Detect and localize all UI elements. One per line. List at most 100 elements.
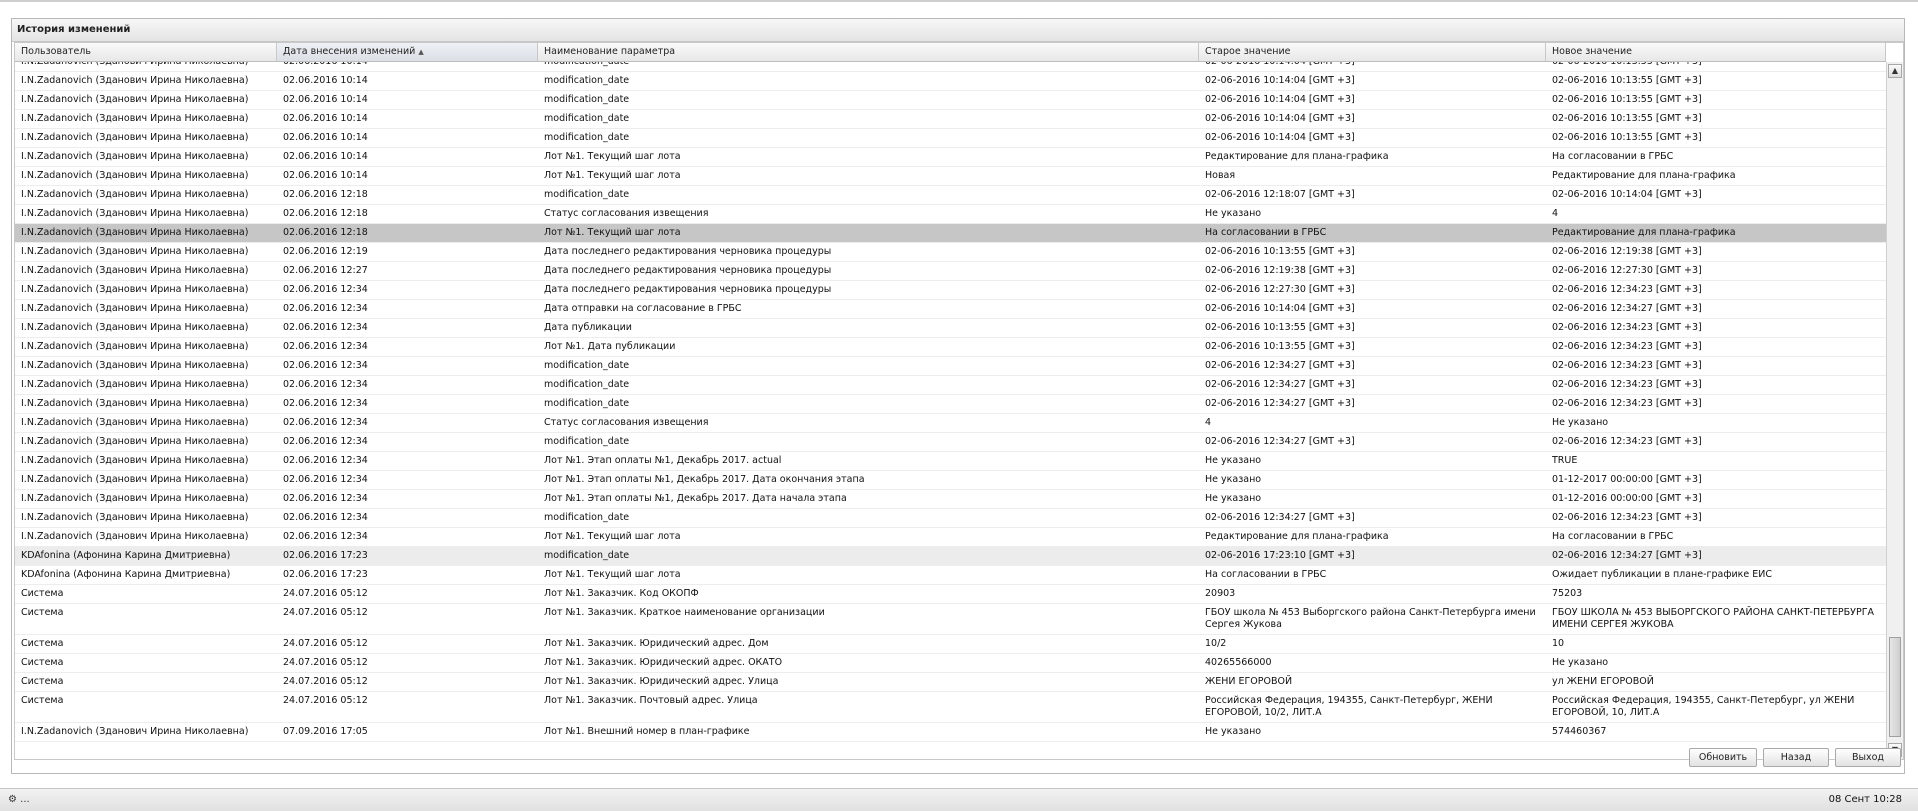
cell-new-value: 02-06-2016 10:13:55 [GMT +3] — [1552, 94, 1702, 105]
cell-parameter: modification_date — [544, 189, 630, 200]
cell-date: 02.06.2016 12:18 — [283, 227, 368, 238]
cell-date: 02.06.2016 12:34 — [283, 436, 368, 447]
cell-old-value: Не указано — [1205, 493, 1262, 504]
refresh-button[interactable]: Обновить — [1689, 748, 1757, 767]
cell-date: 02.06.2016 17:23 — [283, 569, 368, 580]
scroll-up-icon[interactable]: ▲ — [1888, 64, 1902, 78]
table-row[interactable]: Система 24.07.2016 05:12 Лот №1. Заказчи… — [15, 635, 1886, 654]
status-datetime: 08 Сент 10:28 — [1828, 794, 1902, 805]
history-grid: Пользователь Дата внесения изменений ▲ На… — [14, 42, 1904, 760]
table-row[interactable]: KDAfonina (Афонина Карина Дмитриевна) 02… — [15, 547, 1886, 566]
cell-old-value: 02-06-2016 10:14:04 [GMT +3] — [1205, 75, 1355, 86]
cell-parameter: Лот №1. Заказчик. Юридический адрес. Дом — [544, 638, 769, 649]
table-row[interactable]: I.N.Zadanovich (Зданович Ирина Николаевн… — [15, 723, 1886, 742]
table-row[interactable]: KDAfonina (Афонина Карина Дмитриевна) 02… — [15, 566, 1886, 585]
cell-user: I.N.Zadanovich (Зданович Ирина Николаевн… — [21, 379, 249, 390]
cell-date: 24.07.2016 05:12 — [283, 657, 368, 668]
table-row[interactable]: I.N.Zadanovich (Зданович Ирина Николаевн… — [15, 471, 1886, 490]
column-header-date[interactable]: Дата внесения изменений ▲ — [277, 43, 538, 61]
table-row[interactable]: I.N.Zadanovich (Зданович Ирина Николаевн… — [15, 490, 1886, 509]
cell-date: 02.06.2016 10:14 — [283, 132, 368, 143]
table-row[interactable]: I.N.Zadanovich (Зданович Ирина Николаевн… — [15, 243, 1886, 262]
cell-user: I.N.Zadanovich (Зданович Ирина Николаевн… — [21, 474, 249, 485]
cell-parameter: modification_date — [544, 132, 630, 143]
cell-date: 02.06.2016 12:34 — [283, 417, 368, 428]
cell-new-value: 02-06-2016 12:34:23 [GMT +3] — [1552, 341, 1702, 352]
table-row[interactable]: I.N.Zadanovich (Зданович Ирина Николаевн… — [15, 338, 1886, 357]
cell-parameter: modification_date — [538, 62, 1199, 68]
table-row[interactable]: I.N.Zadanovich (Зданович Ирина Николаевн… — [15, 91, 1886, 110]
cell-date: 02.06.2016 12:34 — [283, 303, 368, 314]
cell-old-value: Российская Федерация, 194355, Санкт-Пете… — [1205, 695, 1493, 718]
table-row[interactable]: Система 24.07.2016 05:12 Лот №1. Заказчи… — [15, 604, 1886, 635]
cell-parameter: Лот №1. Заказчик. Почтовый адрес. Улица — [544, 695, 758, 706]
cell-parameter: modification_date — [544, 379, 630, 390]
cell-user: Система — [21, 588, 64, 599]
table-row[interactable]: I.N.Zadanovich (Зданович Ирина Николаевн… — [15, 452, 1886, 471]
cell-old-value: На согласовании в ГРБС — [1205, 227, 1327, 238]
table-row[interactable]: I.N.Zadanovich (Зданович Ирина Николаевн… — [15, 186, 1886, 205]
cell-new-value: TRUE — [1552, 455, 1578, 466]
cell-user: I.N.Zadanovich (Зданович Ирина Николаевн… — [21, 170, 249, 181]
cell-old-value: 02-06-2016 10:13:55 [GMT +3] — [1205, 322, 1355, 333]
cell-old-value: 02-06-2016 10:13:55 [GMT +3] — [1205, 246, 1355, 257]
grid-body: I.N.Zadanovich (Зданович Ирина Николаевн… — [15, 62, 1886, 759]
cell-date: 02.06.2016 12:34 — [283, 493, 368, 504]
table-row[interactable]: I.N.Zadanovich (Зданович Ирина Николаевн… — [15, 414, 1886, 433]
table-row[interactable]: I.N.Zadanovich (Зданович Ирина Николаевн… — [15, 205, 1886, 224]
table-row[interactable]: I.N.Zadanovich (Зданович Ирина Николаевн… — [15, 167, 1886, 186]
back-button[interactable]: Назад — [1763, 748, 1829, 767]
table-row[interactable]: I.N.Zadanovich (Зданович Ирина Николаевн… — [15, 300, 1886, 319]
column-header-user[interactable]: Пользователь — [15, 43, 277, 61]
cell-user: I.N.Zadanovich (Зданович Ирина Николаевн… — [21, 94, 249, 105]
grid-rows: I.N.Zadanovich (Зданович Ирина Николаевн… — [15, 62, 1886, 742]
table-row[interactable]: I.N.Zadanovich (Зданович Ирина Николаевн… — [15, 433, 1886, 452]
cell-new-value: 02-06-2016 12:27:30 [GMT +3] — [1552, 265, 1702, 276]
table-row[interactable]: I.N.Zadanovich (Зданович Ирина Николаевн… — [15, 281, 1886, 300]
table-row[interactable]: I.N.Zadanovich (Зданович Ирина Николаевн… — [15, 528, 1886, 547]
table-row[interactable]: Система 24.07.2016 05:12 Лот №1. Заказчи… — [15, 673, 1886, 692]
cell-user: I.N.Zadanovich (Зданович Ирина Николаевн… — [21, 246, 249, 257]
cell-old-value: 02-06-2016 10:14:04 [GMT +3] — [1205, 113, 1355, 124]
table-row[interactable]: I.N.Zadanovich (Зданович Ирина Николаевн… — [15, 224, 1886, 243]
table-row[interactable]: Система 24.07.2016 05:12 Лот №1. Заказчи… — [15, 692, 1886, 723]
scroll-thumb[interactable] — [1889, 637, 1901, 737]
cell-parameter: Дата последнего редактирования черновика… — [544, 246, 832, 257]
table-row[interactable]: I.N.Zadanovich (Зданович Ирина Николаевн… — [15, 129, 1886, 148]
table-row[interactable]: I.N.Zadanovich (Зданович Ирина Николаевн… — [15, 319, 1886, 338]
table-row[interactable]: I.N.Zadanovich (Зданович Ирина Николаевн… — [15, 110, 1886, 129]
cell-new-value: 02-06-2016 12:34:23 [GMT +3] — [1552, 379, 1702, 390]
column-header-old-value[interactable]: Старое значение — [1199, 43, 1546, 61]
cell-old-value: 02-06-2016 10:14:04 [GMT +3] — [1205, 303, 1355, 314]
cell-date: 02.06.2016 12:34 — [283, 360, 368, 371]
table-row[interactable]: I.N.Zadanovich (Зданович Ирина Николаевн… — [15, 62, 1886, 72]
table-row[interactable]: I.N.Zadanovich (Зданович Ирина Николаевн… — [15, 395, 1886, 414]
table-row[interactable]: I.N.Zadanovich (Зданович Ирина Николаевн… — [15, 72, 1886, 91]
table-row[interactable]: Система 24.07.2016 05:12 Лот №1. Заказчи… — [15, 585, 1886, 604]
cell-parameter: Лот №1. Этап оплаты №1, Декабрь 2017. Да… — [544, 474, 865, 485]
cell-parameter: Лот №1. Заказчик. Код ОКОПФ — [544, 588, 699, 599]
table-row[interactable]: I.N.Zadanovich (Зданович Ирина Николаевн… — [15, 148, 1886, 167]
column-header-new-value[interactable]: Новое значение — [1546, 43, 1886, 61]
cell-date: 24.07.2016 05:12 — [283, 676, 368, 687]
cell-user: I.N.Zadanovich (Зданович Ирина Николаевн… — [21, 284, 249, 295]
column-header-parameter[interactable]: Наименование параметра — [538, 43, 1199, 61]
table-row[interactable]: I.N.Zadanovich (Зданович Ирина Николаевн… — [15, 376, 1886, 395]
table-row[interactable]: Система 24.07.2016 05:12 Лот №1. Заказчи… — [15, 654, 1886, 673]
cell-new-value: 10 — [1552, 638, 1565, 649]
cell-date: 02.06.2016 10:14 — [277, 62, 538, 68]
table-row[interactable]: I.N.Zadanovich (Зданович Ирина Николаевн… — [15, 262, 1886, 281]
cell-parameter: Лот №1. Текущий шаг лота — [544, 531, 681, 542]
cell-parameter: modification_date — [544, 360, 630, 371]
table-row[interactable]: I.N.Zadanovich (Зданович Ирина Николаевн… — [15, 509, 1886, 528]
cell-new-value: На согласовании в ГРБС — [1552, 531, 1674, 542]
vertical-scrollbar[interactable]: ▲ ▼ — [1886, 62, 1903, 759]
exit-button[interactable]: Выход — [1835, 748, 1901, 767]
cell-user: I.N.Zadanovich (Зданович Ирина Николаевн… — [21, 436, 249, 447]
cell-old-value: 02-06-2016 10:14:04 [GMT +3] — [1205, 132, 1355, 143]
cell-new-value: Редактирование для плана-графика — [1552, 170, 1736, 181]
cell-new-value: 01-12-2016 00:00:00 [GMT +3] — [1552, 493, 1702, 504]
cell-date: 02.06.2016 10:14 — [283, 151, 368, 162]
cell-date: 02.06.2016 12:34 — [283, 379, 368, 390]
table-row[interactable]: I.N.Zadanovich (Зданович Ирина Николаевн… — [15, 357, 1886, 376]
